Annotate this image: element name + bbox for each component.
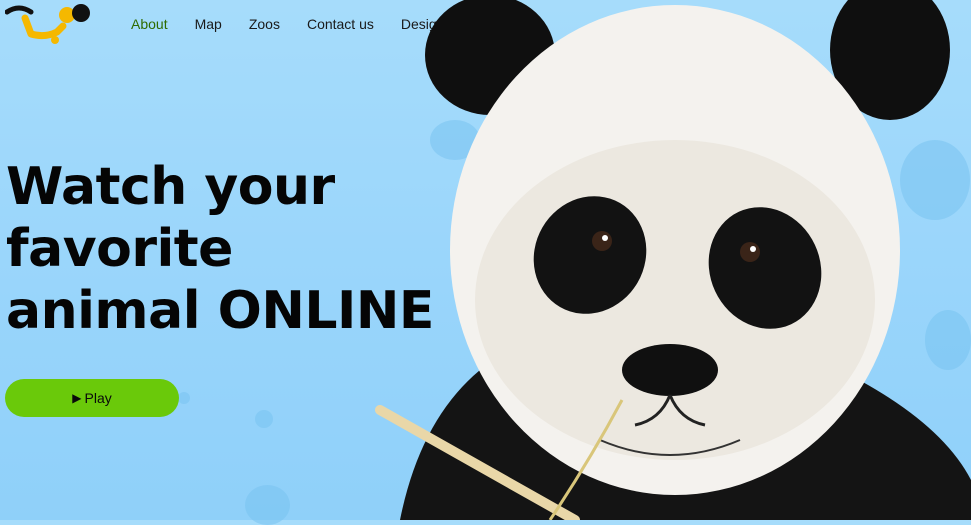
play-button-label: Play bbox=[84, 390, 112, 406]
panda-nose bbox=[622, 344, 718, 396]
nav-item-map[interactable]: Map bbox=[195, 15, 222, 33]
panda-image bbox=[375, 0, 971, 520]
background-blob bbox=[178, 392, 190, 404]
nav-item-about[interactable]: About bbox=[131, 15, 168, 33]
site-logo[interactable] bbox=[5, 2, 91, 46]
play-button[interactable]: ▶ Play bbox=[5, 379, 179, 417]
play-icon: ▶ bbox=[72, 391, 82, 405]
background-blob bbox=[245, 485, 290, 525]
nav-item-zoos[interactable]: Zoos bbox=[249, 15, 280, 33]
background-blob bbox=[255, 410, 273, 428]
